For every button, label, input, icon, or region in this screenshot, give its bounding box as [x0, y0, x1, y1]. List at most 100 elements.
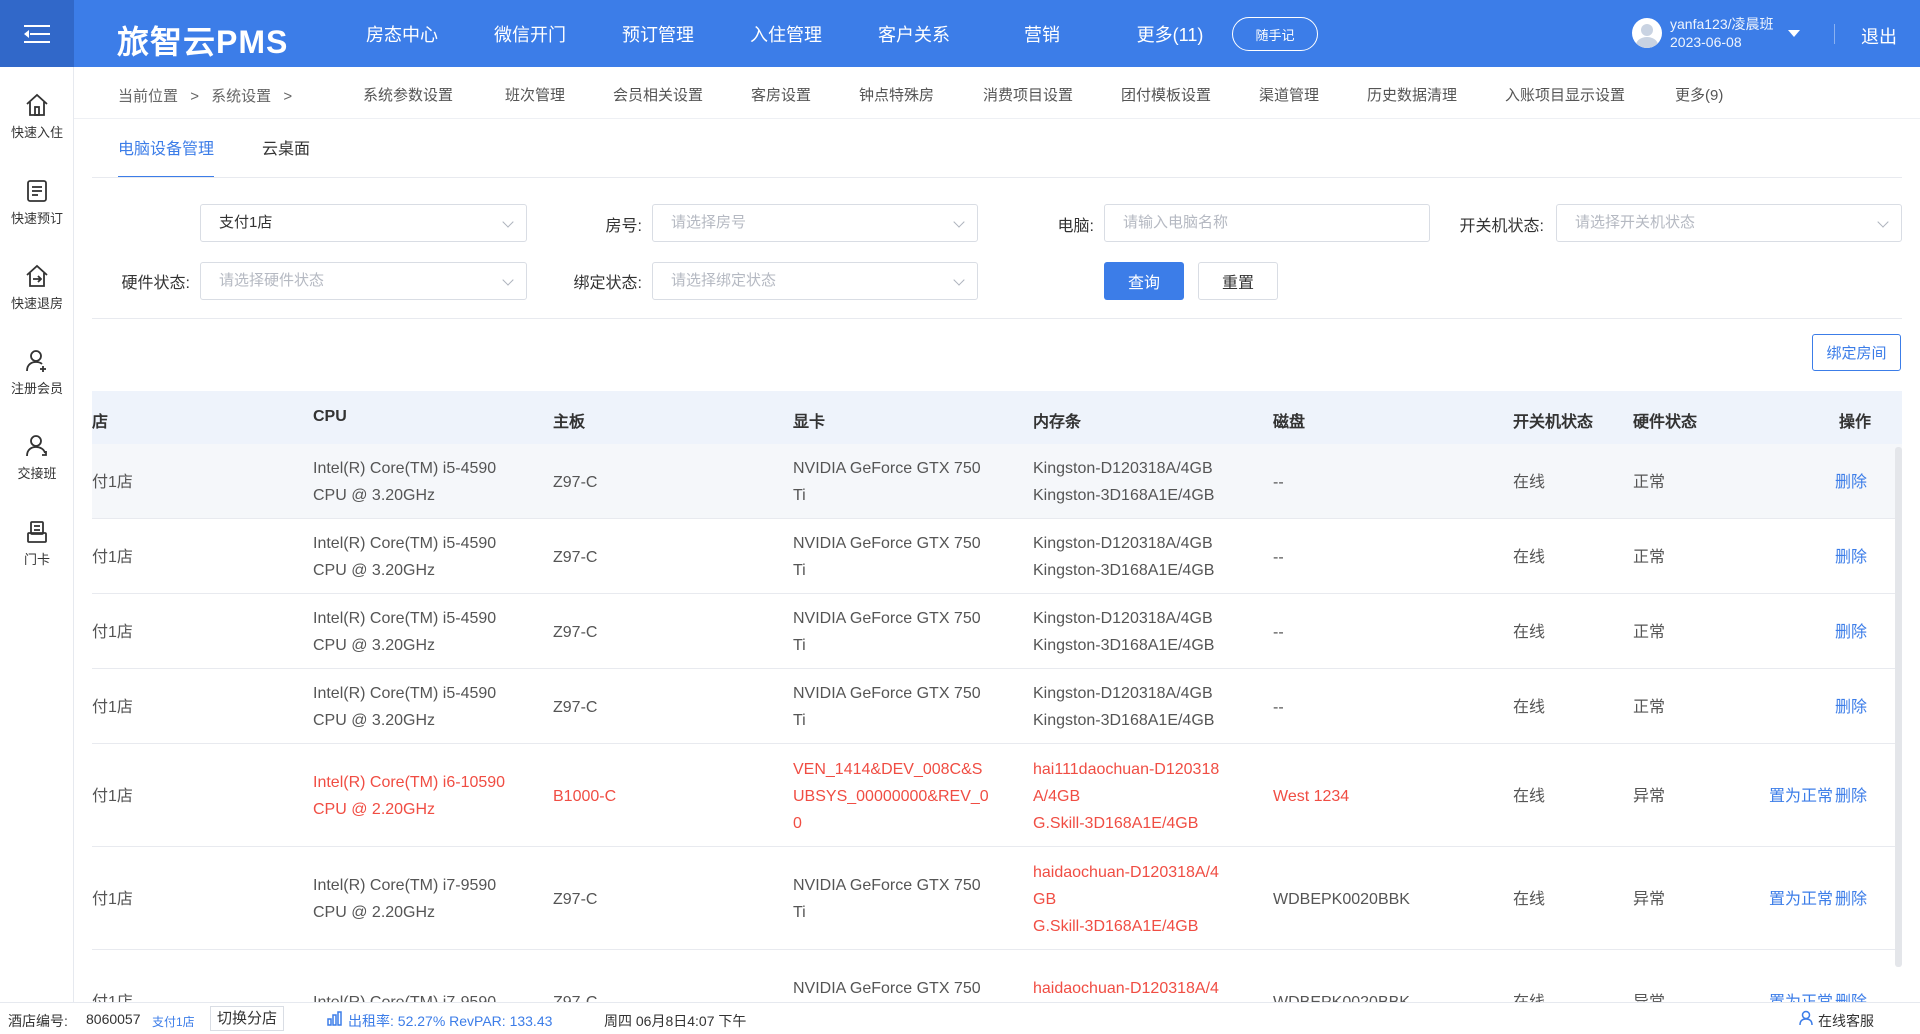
sidebar-item-quick-booking[interactable]: 快速预订: [0, 178, 74, 227]
tab-cloud-desktop[interactable]: 云桌面: [262, 133, 310, 178]
board-cell: Z97-C: [553, 989, 597, 1003]
gpu-cell: NVIDIA GeForce GTX 750 Ti: [793, 872, 981, 926]
cell-text: WDBEPK0020BBK: [1273, 993, 1410, 1003]
cpu-cell: Intel(R) Core(TM) i7-9590 CPU @ 2.20GHz: [313, 872, 496, 926]
bind-room-button[interactable]: 绑定房间: [1812, 334, 1901, 371]
online-service-button[interactable]: 在线客服: [1818, 1011, 1874, 1031]
chevron-down-icon: [953, 274, 965, 286]
delete-button[interactable]: 删除: [1835, 619, 1867, 646]
cell-text: Kingston-D120318A/4GB: [1033, 534, 1213, 552]
cell-text: --: [1273, 548, 1284, 566]
sidebar-item-quick-checkin[interactable]: 快速入住: [0, 92, 74, 141]
power-cell: 在线: [1513, 989, 1545, 1003]
nav-customer[interactable]: 客户关系: [850, 21, 978, 47]
breadcrumb-section[interactable]: 系统设置: [211, 88, 271, 105]
cell-text: 正常: [1633, 473, 1666, 491]
delete-button[interactable]: 删除: [1835, 886, 1867, 913]
cell-text: Ti: [793, 486, 806, 504]
pc-name-input[interactable]: 请输入电脑名称: [1104, 204, 1430, 242]
subnav-group-template[interactable]: 团付模板设置: [1121, 84, 1259, 105]
cell-text: CPU @ 2.20GHz: [313, 903, 436, 921]
nav-wechat-door[interactable]: 微信开门: [466, 21, 594, 47]
cpu-cell: Intel(R) Core(TM) i5-4590 CPU @ 3.20GHz: [313, 680, 496, 734]
store-cell: 付1店: [92, 783, 133, 810]
cell-text: 异常: [1633, 890, 1666, 908]
power-status-select[interactable]: 请选择开关机状态: [1556, 204, 1902, 242]
menu-toggle-button[interactable]: [0, 0, 74, 67]
cell-text: --: [1273, 698, 1284, 716]
memo-button[interactable]: 随手记: [1232, 17, 1318, 51]
user-menu[interactable]: yanfa123/凌晨班 2023-06-08: [1632, 15, 1800, 51]
delete-button[interactable]: 删除: [1835, 989, 1867, 1003]
store-select[interactable]: 支付1店: [200, 204, 527, 242]
set-normal-button[interactable]: 置为正常: [1769, 989, 1833, 1003]
board-cell: B1000-C: [553, 783, 616, 810]
subnav-posting-display[interactable]: 入账项目显示设置: [1505, 84, 1675, 105]
hardware-label: 硬件状态:: [121, 275, 190, 292]
cell-text: --: [1273, 473, 1284, 491]
subnav-room-settings[interactable]: 客房设置: [751, 84, 859, 105]
delete-button[interactable]: 删除: [1835, 469, 1867, 496]
current-datetime: 周四 06月8日4:07 下午: [604, 1013, 747, 1029]
sidebar-item-door-card[interactable]: 门卡: [0, 519, 74, 568]
cell-text: A/4GB: [1033, 787, 1081, 805]
subnav-more[interactable]: 更多(9): [1675, 84, 1745, 105]
subnav-channel[interactable]: 渠道管理: [1259, 84, 1367, 105]
hardware-cell: 异常: [1633, 783, 1665, 810]
cell-text: CPU @ 3.20GHz: [313, 636, 436, 654]
sub-nav: 系统参数设置 班次管理 会员相关设置 客房设置 钟点特殊房 消费项目设置 团付模…: [363, 84, 1745, 105]
divider: [92, 318, 1902, 319]
set-normal-button[interactable]: 置为正常: [1769, 783, 1833, 810]
sidebar-item-label: 注册会员: [10, 381, 63, 396]
cell-text: Kingston-3D168A1E/4GB: [1033, 561, 1215, 579]
subnav-member-settings[interactable]: 会员相关设置: [613, 84, 751, 105]
table-row: 付1店 Intel(R) Core(TM) i5-4590 CPU @ 3.20GH…: [92, 519, 1902, 594]
reset-button[interactable]: 重置: [1198, 262, 1278, 300]
subnav-history-clean[interactable]: 历史数据清理: [1367, 84, 1505, 105]
sidebar-item-shift[interactable]: 交接班: [0, 433, 74, 482]
cell-text: hai111daochuan-D120318: [1033, 760, 1220, 778]
user-date: 2023-06-08: [1670, 34, 1742, 50]
cell-text: 0: [793, 814, 802, 832]
delete-button[interactable]: 删除: [1835, 783, 1867, 810]
nav-booking[interactable]: 预订管理: [594, 21, 722, 47]
cell-text: 正常: [1633, 548, 1666, 566]
sidebar-item-quick-checkout[interactable]: 快速退房: [0, 263, 74, 312]
memory-cell: Kingston-D120318A/4GB Kingston-3D168A1E/4…: [1033, 455, 1214, 509]
tab-pc-devices[interactable]: 电脑设备管理: [118, 133, 215, 178]
nav-checkin[interactable]: 入住管理: [722, 21, 850, 47]
delete-button[interactable]: 删除: [1835, 694, 1867, 721]
nav-more[interactable]: 更多(11): [1106, 21, 1234, 47]
gpu-cell: VEN_1414&DEV_008C&S UBSYS_00000000&REV_0 0: [793, 756, 989, 837]
set-normal-button[interactable]: 置为正常: [1769, 886, 1833, 913]
cell-text: CPU @ 3.20GHz: [313, 561, 436, 579]
store-select-value: 支付1店: [219, 214, 273, 231]
hardware-status-select[interactable]: 请选择硬件状态: [200, 262, 527, 300]
cell-text: NVIDIA GeForce GTX 750: [793, 534, 981, 552]
cell-text: Kingston-3D168A1E/4GB: [1033, 486, 1215, 504]
nav-marketing[interactable]: 营销: [978, 21, 1106, 47]
cpu-cell: Intel(R) Core(TM) i6-10590 CPU @ 2.20GHz: [313, 769, 505, 823]
member-add-icon: [26, 350, 46, 372]
logout-button[interactable]: 退出: [1861, 23, 1897, 49]
table-scrollbar[interactable]: [1895, 447, 1902, 967]
store-cell: 付1店: [92, 619, 133, 646]
subnav-shift-manage[interactable]: 班次管理: [505, 84, 613, 105]
memory-cell: haidaochuan-D120318A/4 GB G.Skill-3D168A1E…: [1033, 859, 1219, 940]
subnav-system-params[interactable]: 系统参数设置: [363, 84, 505, 105]
query-button[interactable]: 查询: [1104, 262, 1184, 300]
subnav-hourly-room[interactable]: 钟点特殊房: [859, 84, 983, 105]
room-select[interactable]: 请选择房号: [652, 204, 978, 242]
delete-button[interactable]: 删除: [1835, 544, 1867, 571]
nav-room-status[interactable]: 房态中心: [338, 21, 466, 47]
divider: [1834, 24, 1835, 44]
subnav-consume-items[interactable]: 消费项目设置: [983, 84, 1121, 105]
switch-store-button[interactable]: 切换分店: [210, 1006, 285, 1031]
cell-text: Intel(R) Core(TM) i5-4590: [313, 534, 497, 552]
cpu-cell: Intel(R) Core(TM) i5-4590 CPU @ 3.20GHz: [313, 530, 496, 584]
chevron-down-icon[interactable]: [1787, 29, 1800, 37]
bind-status-select[interactable]: 请选择绑定状态: [652, 262, 978, 300]
col-hardware: 硬件状态: [1633, 414, 1698, 431]
main-content: 电脑设备管理 云桌面 门店: 支付1店 房号: 请选择房号 电脑: 请输入电脑名…: [74, 119, 1920, 1002]
sidebar-item-register-member[interactable]: 注册会员: [0, 348, 74, 397]
